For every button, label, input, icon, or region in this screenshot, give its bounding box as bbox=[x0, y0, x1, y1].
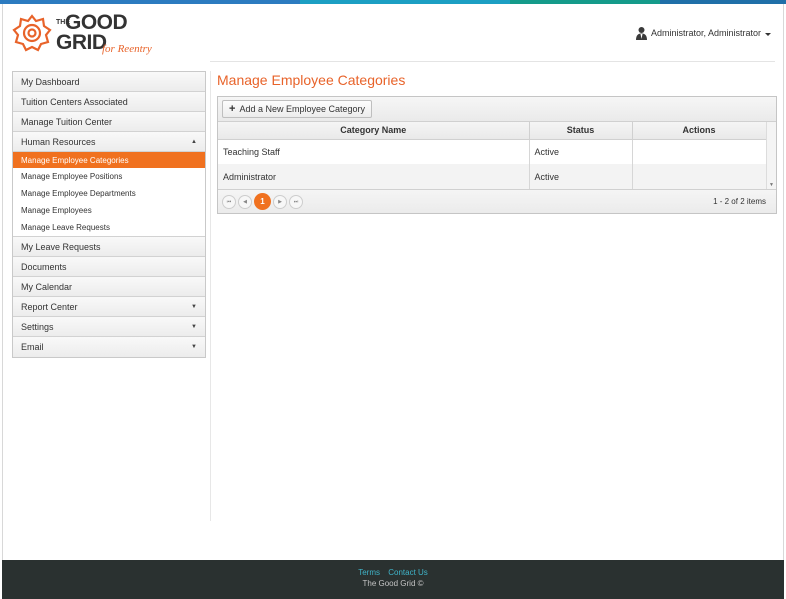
chevron-down-icon: ▼ bbox=[191, 344, 197, 350]
brand-logo[interactable]: THE GOOD GRID for Reentry bbox=[12, 9, 152, 59]
chevron-up-icon: ▲ bbox=[191, 138, 197, 145]
cell-category-name: Teaching Staff bbox=[218, 139, 530, 164]
last-page-icon[interactable]: ⏭ bbox=[289, 194, 303, 209]
human-resources-submenu: Manage Employee Categories Manage Employ… bbox=[13, 152, 205, 237]
logo-good: GOOD bbox=[65, 11, 128, 34]
employee-categories-grid: + Add a New Employee Category Category N… bbox=[217, 96, 777, 214]
sidebar-item-label: Report Center bbox=[21, 301, 78, 312]
submenu-item-manage-leave-requests[interactable]: Manage Leave Requests bbox=[13, 219, 205, 236]
sidebar-item-report-center[interactable]: Report Center ▼ bbox=[13, 297, 205, 317]
sidebar-item-settings[interactable]: Settings ▼ bbox=[13, 317, 205, 337]
table-header-row: Category Name Status Actions bbox=[218, 122, 767, 140]
sidebar-divider bbox=[210, 71, 211, 521]
cell-status: Active bbox=[529, 164, 633, 189]
sidebar-item-documents[interactable]: Documents bbox=[13, 257, 205, 277]
user-icon bbox=[635, 27, 647, 40]
submenu-item-manage-employee-positions[interactable]: Manage Employee Positions bbox=[13, 168, 205, 185]
sidebar-item-label: Email bbox=[21, 342, 44, 352]
user-name: Administrator, Administrator bbox=[650, 28, 761, 38]
submenu-item-manage-employees[interactable]: Manage Employees bbox=[13, 202, 205, 219]
logo-tagline: for Reentry bbox=[102, 43, 152, 55]
first-page-icon[interactable]: ⏮ bbox=[222, 194, 236, 209]
submenu-item-manage-employee-categories[interactable]: Manage Employee Categories bbox=[13, 152, 205, 168]
footer-links: Terms Contact Us bbox=[2, 568, 784, 577]
next-page-icon[interactable]: ▶ bbox=[273, 194, 287, 209]
sidebar-item-tuition-centers-associated[interactable]: Tuition Centers Associated bbox=[13, 92, 205, 112]
table-row[interactable]: Teaching Staff Active bbox=[218, 139, 767, 164]
sidebar-item-label: Documents bbox=[21, 261, 67, 272]
grid-toolbar: + Add a New Employee Category bbox=[218, 97, 776, 122]
categories-table: Category Name Status Actions Teaching St… bbox=[218, 122, 767, 189]
column-header-category-name[interactable]: Category Name bbox=[218, 122, 530, 140]
chevron-down-icon: ▼ bbox=[191, 303, 197, 310]
user-menu[interactable]: Administrator, Administrator bbox=[635, 26, 771, 40]
column-header-status[interactable]: Status bbox=[529, 122, 633, 140]
sidebar-item-human-resources[interactable]: Human Resources ▲ bbox=[13, 132, 205, 152]
contact-us-link[interactable]: Contact Us bbox=[388, 568, 428, 577]
sidebar-item-label: Tuition Centers Associated bbox=[21, 96, 128, 107]
cell-actions bbox=[632, 164, 767, 189]
sidebar-item-my-leave-requests[interactable]: My Leave Requests bbox=[13, 237, 205, 257]
footer-copyright: The Good Grid © bbox=[362, 579, 424, 588]
current-page-button[interactable]: 1 bbox=[254, 193, 271, 210]
gear-logo-icon bbox=[12, 14, 52, 52]
grid-pager: ⏮ ◀ 1 ▶ ⏭ 1 - 2 of 2 items bbox=[218, 189, 776, 213]
sidebar-item-my-calendar[interactable]: My Calendar bbox=[13, 277, 205, 297]
header-divider bbox=[210, 61, 775, 62]
sidebar-item-email[interactable]: Email ▼ bbox=[13, 337, 205, 357]
chevron-down-icon: ▼ bbox=[191, 323, 197, 330]
footer: Terms Contact Us The Good Grid © bbox=[2, 560, 784, 599]
sidebar-item-label: My Dashboard bbox=[21, 76, 80, 87]
sidebar-item-label: My Leave Requests bbox=[21, 241, 101, 252]
vertical-scrollbar[interactable]: ▼ bbox=[766, 122, 776, 190]
previous-page-icon[interactable]: ◀ bbox=[238, 194, 252, 209]
sidebar-item-label: Settings bbox=[21, 321, 54, 332]
column-header-actions[interactable]: Actions bbox=[632, 122, 767, 140]
table-row[interactable]: Administrator Active bbox=[218, 164, 767, 189]
add-button-label: Add a New Employee Category bbox=[239, 104, 366, 114]
add-employee-category-button[interactable]: + Add a New Employee Category bbox=[222, 100, 373, 118]
sidebar-item-label: Human Resources bbox=[21, 136, 96, 147]
chevron-down-icon bbox=[765, 32, 771, 36]
sidebar-item-label: My Calendar bbox=[21, 281, 73, 292]
terms-link[interactable]: Terms bbox=[358, 568, 380, 577]
cell-category-name: Administrator bbox=[218, 164, 530, 189]
plus-icon: + bbox=[229, 103, 236, 115]
submenu-item-manage-employee-departments[interactable]: Manage Employee Departments bbox=[13, 185, 205, 202]
pager-info: 1 - 2 of 2 items bbox=[713, 197, 766, 206]
logo-grid: GRID bbox=[56, 31, 107, 54]
page-title: Manage Employee Categories bbox=[217, 72, 406, 88]
sidebar-item-my-dashboard[interactable]: My Dashboard bbox=[13, 72, 205, 92]
sidebar-item-label: Manage Tuition Center bbox=[21, 116, 113, 127]
cell-actions bbox=[632, 139, 767, 164]
sidebar-item-manage-tuition-center[interactable]: Manage Tuition Center bbox=[13, 112, 205, 132]
cell-status: Active bbox=[529, 139, 633, 164]
scroll-down-arrow-icon[interactable]: ▼ bbox=[769, 182, 774, 188]
sidebar-nav: My Dashboard Tuition Centers Associated … bbox=[12, 71, 206, 358]
page-container: THE GOOD GRID for Reentry Administrator,… bbox=[2, 4, 784, 560]
